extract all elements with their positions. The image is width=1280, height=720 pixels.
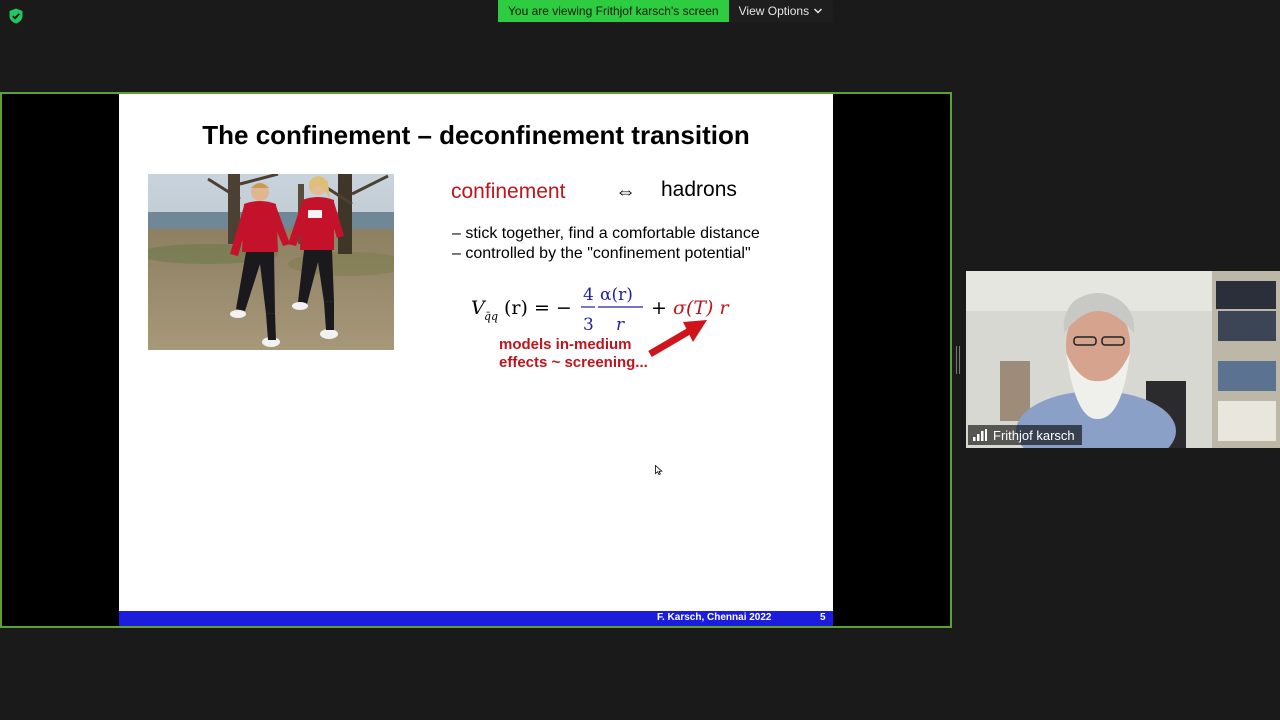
screening-note-line-1: models in-medium <box>499 336 632 353</box>
viewing-screen-label: You are viewing Frithjof karsch's screen <box>498 0 729 22</box>
screening-note: models in-medium effects ~ screening... <box>499 336 648 372</box>
equivalence-symbol: ⇔ <box>615 180 636 203</box>
shared-screen: The confinement – deconfinement transiti… <box>0 92 952 628</box>
confinement-label: confinement <box>451 180 566 203</box>
presentation-slide: The confinement – deconfinement transiti… <box>119 94 833 626</box>
hadrons-label: hadrons <box>661 178 737 201</box>
chevron-down-icon <box>814 8 823 14</box>
bullet-confinement-potential: – controlled by the "confinement potenti… <box>452 245 751 262</box>
view-options-button[interactable]: View Options <box>728 0 834 22</box>
formula-r-den: r <box>616 315 625 334</box>
red-arrow-icon <box>648 320 707 358</box>
formula-plus: + <box>651 297 667 319</box>
screening-note-line-2: effects ~ screening... <box>499 354 648 371</box>
potential-formula: V q̄q (r) = − 4 3 α(r) r + σ(T) r <box>471 285 731 334</box>
slide-page-number: 5 <box>820 612 826 623</box>
formula-sigma: σ(T) r <box>673 297 731 319</box>
participant-name: Frithjof karsch <box>993 427 1075 443</box>
participant-name-tag: Frithjof karsch <box>968 425 1082 445</box>
participant-video[interactable] <box>966 271 1280 448</box>
slide-footer: F. Karsch, Chennai 2022 5 <box>119 611 833 626</box>
bullet-stick-together: – stick together, find a comfortable dis… <box>452 225 760 242</box>
formula-lhs-arg: (r) = − <box>504 297 572 319</box>
mouse-cursor-icon <box>655 465 663 475</box>
footer-author: F. Karsch, Chennai 2022 <box>657 612 772 623</box>
formula-three: 3 <box>583 315 594 334</box>
view-options-label: View Options <box>738 4 810 18</box>
panel-resize-handle[interactable] <box>955 346 961 374</box>
formula-subscript: q̄q <box>484 310 498 323</box>
slide-title: The confinement – deconfinement transiti… <box>202 120 750 150</box>
screen-share-banner: You are viewing Frithjof karsch's screen… <box>498 0 834 22</box>
joggers-photo <box>148 174 394 350</box>
signal-strength-icon <box>973 429 987 441</box>
formula-alpha: α(r) <box>600 285 633 305</box>
shield-check-icon[interactable] <box>8 8 24 24</box>
formula-four: 4 <box>583 285 594 305</box>
